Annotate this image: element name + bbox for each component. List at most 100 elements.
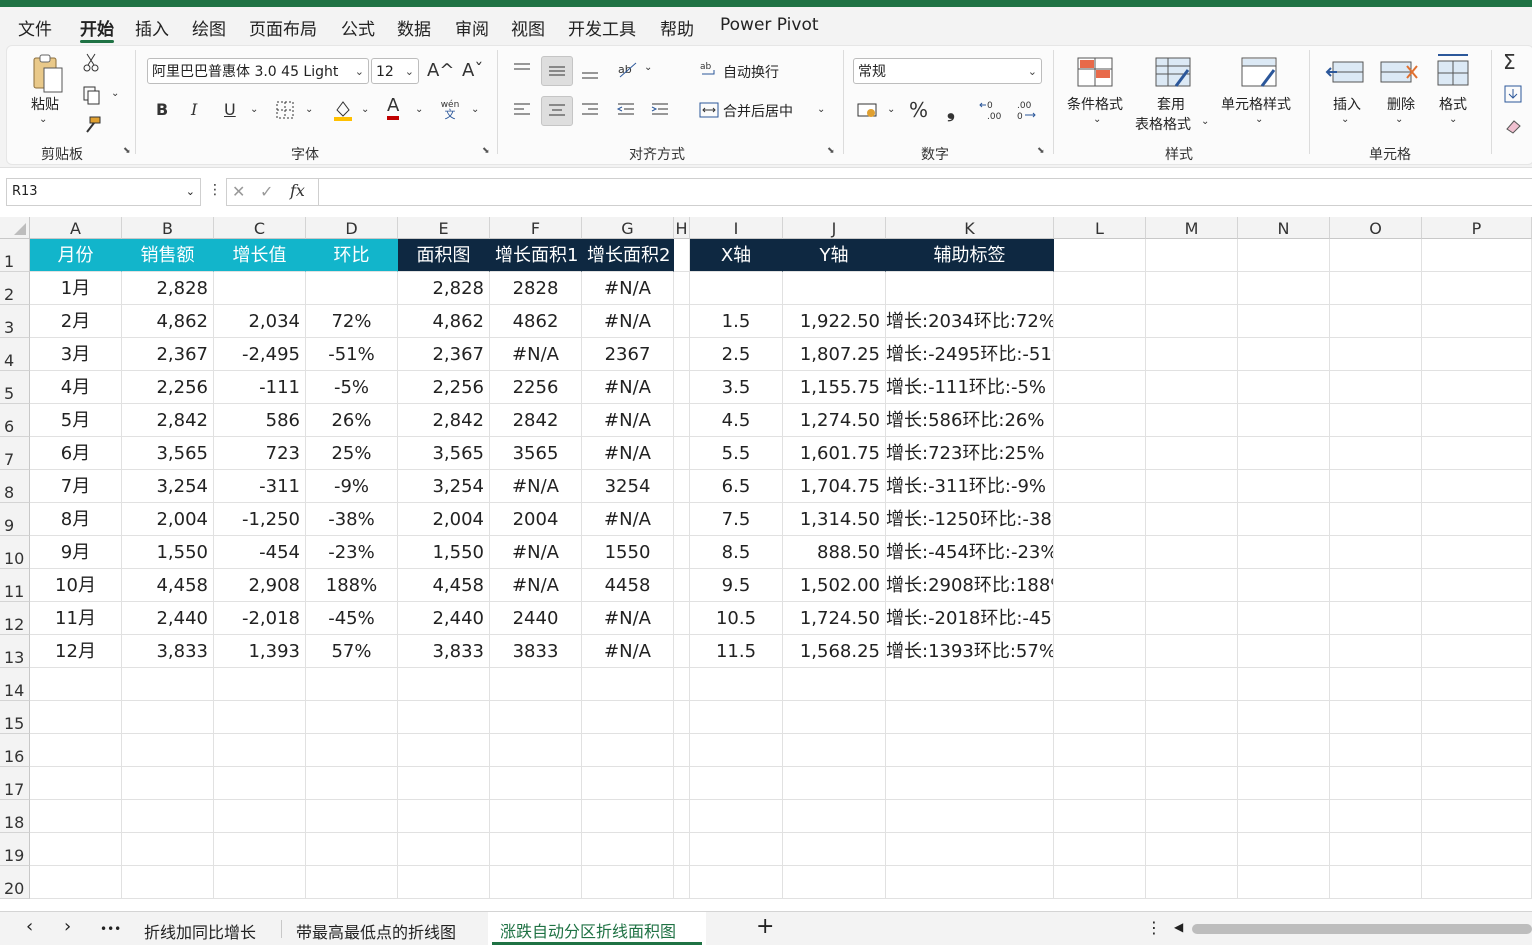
cell-styles-icon[interactable] (1239, 54, 1279, 90)
header-cell[interactable]: 辅助标签 (886, 239, 1054, 272)
tab-insert[interactable]: 插入 (135, 15, 169, 40)
header-cell[interactable]: 增长值 (214, 239, 306, 272)
grid-cell[interactable] (1422, 338, 1532, 371)
table-cell[interactable]: -2,495 (214, 338, 306, 371)
table-cell[interactable]: 1,314.50 (783, 503, 886, 536)
grid-cell[interactable] (1330, 470, 1422, 503)
table-cell[interactable] (674, 470, 690, 503)
table-cell[interactable]: 2,440 (398, 602, 490, 635)
grid-cell[interactable] (1422, 470, 1532, 503)
column-header[interactable]: L (1054, 217, 1146, 239)
grid-cell[interactable] (1422, 305, 1532, 338)
row-header[interactable]: 17 (0, 767, 30, 800)
grid-cell[interactable] (214, 767, 306, 800)
table-cell[interactable] (674, 602, 690, 635)
font-launcher-icon[interactable]: ⬊ (482, 146, 492, 156)
cell-styles-button[interactable]: 单元格样式 (1221, 94, 1291, 114)
more-options-icon[interactable]: ⋮ (208, 182, 222, 198)
column-header[interactable]: C (214, 217, 306, 239)
grid-cell[interactable] (1054, 767, 1146, 800)
tab-formulas[interactable]: 公式 (341, 15, 375, 40)
conditional-format-button[interactable]: 条件格式 (1067, 94, 1123, 114)
delete-cells-button[interactable]: 删除 (1387, 94, 1415, 114)
grid-cell[interactable] (1146, 338, 1238, 371)
header-cell[interactable]: 增长面积1 (490, 239, 582, 272)
column-header[interactable]: A (30, 217, 122, 239)
table-cell[interactable]: 5.5 (690, 437, 783, 470)
conditional-format-icon[interactable] (1075, 54, 1115, 90)
grid-cell[interactable] (1330, 305, 1422, 338)
table-cell[interactable]: 4.5 (690, 404, 783, 437)
table-cell[interactable]: 10月 (30, 569, 122, 602)
grid-cell[interactable] (690, 866, 783, 899)
grid-cell[interactable] (1422, 866, 1532, 899)
grid-cell[interactable] (306, 767, 398, 800)
table-cell[interactable]: 3833 (490, 635, 582, 668)
table-cell[interactable] (674, 569, 690, 602)
table-cell[interactable]: 2,828 (122, 272, 214, 305)
table-cell[interactable]: 2,367 (398, 338, 490, 371)
table-cell[interactable] (674, 371, 690, 404)
wrap-text-button[interactable]: 自动换行 (723, 62, 779, 82)
table-cell[interactable]: 3月 (30, 338, 122, 371)
grid-cell[interactable] (1054, 272, 1146, 305)
table-cell[interactable]: 3254 (582, 470, 674, 503)
grid-cell[interactable] (783, 800, 886, 833)
tab-review[interactable]: 审阅 (455, 15, 489, 40)
header-cell[interactable]: 销售额 (122, 239, 214, 272)
increase-decimal-icon[interactable]: 0.00 (979, 98, 1003, 122)
grid-cell[interactable] (1238, 239, 1330, 272)
grid-cell[interactable] (214, 701, 306, 734)
column-header[interactable]: P (1422, 217, 1532, 239)
grid-cell[interactable] (1054, 668, 1146, 701)
table-cell[interactable]: 1,393 (214, 635, 306, 668)
table-cell[interactable]: 4,458 (122, 569, 214, 602)
table-cell[interactable]: 7.5 (690, 503, 783, 536)
grid-cell[interactable] (306, 668, 398, 701)
grid-cell[interactable] (1330, 800, 1422, 833)
tab-file[interactable]: 文件 (18, 15, 52, 40)
table-cell[interactable]: -2,018 (214, 602, 306, 635)
row-header[interactable]: 14 (0, 668, 30, 701)
grid-cell[interactable] (1146, 305, 1238, 338)
table-cell[interactable] (886, 272, 1054, 305)
accounting-format-icon[interactable] (857, 100, 879, 120)
grid-cell[interactable] (1146, 701, 1238, 734)
grid-cell[interactable] (214, 800, 306, 833)
table-cell[interactable]: 6月 (30, 437, 122, 470)
grid-cell[interactable] (1054, 635, 1146, 668)
underline-button[interactable]: U (224, 100, 236, 119)
grid-cell[interactable] (1238, 668, 1330, 701)
table-cell[interactable]: 11月 (30, 602, 122, 635)
tab-help[interactable]: 帮助 (660, 15, 694, 40)
grid-cell[interactable] (1238, 800, 1330, 833)
wrap-text-icon[interactable]: ab (699, 60, 719, 80)
grid-cell[interactable] (1054, 437, 1146, 470)
table-cell[interactable]: 1,274.50 (783, 404, 886, 437)
grid-cell[interactable] (690, 734, 783, 767)
grid-cell[interactable] (1422, 536, 1532, 569)
grid-cell[interactable] (306, 833, 398, 866)
grid-cell[interactable] (1146, 734, 1238, 767)
table-cell[interactable] (674, 536, 690, 569)
table-cell[interactable]: 2828 (490, 272, 582, 305)
grid-cell[interactable] (398, 800, 490, 833)
grid-cell[interactable] (1146, 239, 1238, 272)
column-header[interactable]: G (582, 217, 674, 239)
grid-cell[interactable] (122, 866, 214, 899)
table-cell[interactable]: 4862 (490, 305, 582, 338)
column-header[interactable]: J (783, 217, 886, 239)
grid-cell[interactable] (1422, 833, 1532, 866)
table-cell[interactable]: -51% (306, 338, 398, 371)
grid-cell[interactable] (1238, 305, 1330, 338)
phonetic-icon[interactable]: wén 文 (439, 98, 461, 122)
table-cell[interactable]: #N/A (582, 437, 674, 470)
grid-cell[interactable] (783, 668, 886, 701)
row-header[interactable]: 6 (0, 404, 30, 437)
grid-cell[interactable] (1238, 767, 1330, 800)
add-sheet-button[interactable]: + (756, 914, 774, 939)
grid-cell[interactable] (582, 701, 674, 734)
number-format-select[interactable]: 常规 ⌄ (853, 58, 1042, 84)
table-cell[interactable]: 4458 (582, 569, 674, 602)
conditional-dropdown-icon[interactable]: ⌄ (1093, 114, 1101, 125)
